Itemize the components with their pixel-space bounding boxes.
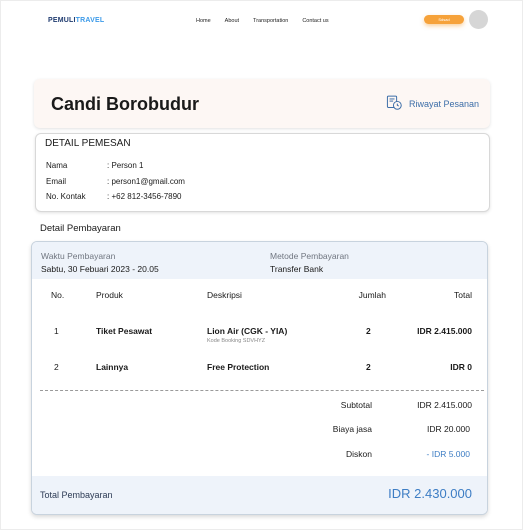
col-no: No. bbox=[51, 290, 65, 300]
payment-section-label: Detail Pembayaran bbox=[40, 223, 121, 234]
nav-transportation[interactable]: Transportation bbox=[253, 18, 288, 24]
logo-part-2: TRAVEL bbox=[75, 17, 105, 24]
row-1-quantity: 2 bbox=[366, 326, 371, 336]
row-1-description: Lion Air (CGK - YIA) bbox=[207, 326, 288, 336]
row-1-total: IDR 2.415.000 bbox=[417, 326, 472, 336]
row-2-quantity: 2 bbox=[366, 362, 371, 372]
discount-label: Diskon bbox=[346, 449, 372, 459]
nav-menu: Home About Transportation Contact us bbox=[196, 18, 329, 24]
payment-time-label: Waktu Pembayaran bbox=[41, 251, 116, 261]
col-description: Deskripsi bbox=[207, 290, 242, 300]
login-button[interactable]: Sdsad bbox=[424, 15, 464, 24]
email-value: : person1@gmail.com bbox=[107, 177, 185, 186]
history-label: Riwayat Pesanan bbox=[409, 98, 480, 109]
customer-detail-card: DETAIL PEMESAN Nama : Person 1 Email : per… bbox=[35, 133, 490, 212]
payment-info-header: Waktu Pembayaran Sabtu, 30 Febuari 2023 … bbox=[32, 242, 487, 279]
total-payment-label: Total Pembayaran bbox=[40, 490, 113, 500]
name-label: Nama bbox=[46, 161, 68, 170]
nav-home[interactable]: Home bbox=[196, 18, 211, 24]
row-2-no: 2 bbox=[54, 362, 59, 372]
subtotal-value: IDR 2.415.000 bbox=[417, 400, 472, 410]
payment-method-label: Metode Pembayaran bbox=[270, 251, 349, 261]
discount-value: - IDR 5.000 bbox=[426, 449, 470, 459]
col-product: Produk bbox=[96, 290, 123, 300]
row-1-no: 1 bbox=[54, 326, 59, 336]
subtotal-label: Subtotal bbox=[340, 400, 372, 410]
navbar: PEMULITRAVEL Home About Transportation C… bbox=[0, 0, 523, 44]
nav-about[interactable]: About bbox=[225, 18, 239, 24]
payment-method-value: Transfer Bank bbox=[270, 264, 324, 274]
history-icon bbox=[386, 94, 403, 113]
row-2-description: Free Protection bbox=[207, 362, 270, 372]
row-2-total: IDR 0 bbox=[450, 362, 472, 372]
destination-card: Candi Borobudur Riwayat Pesanan bbox=[34, 79, 490, 128]
total-payment-value: IDR 2.430.000 bbox=[388, 486, 472, 501]
col-quantity: Jumlah bbox=[358, 290, 386, 300]
contact-label: No. Kontak bbox=[46, 192, 86, 201]
customer-name-row: Nama : Person 1 bbox=[46, 161, 143, 170]
service-fee-value: IDR 20.000 bbox=[427, 424, 470, 434]
payment-detail-card: Waktu Pembayaran Sabtu, 30 Febuari 2023 … bbox=[31, 241, 488, 515]
payment-time-value: Sabtu, 30 Febuari 2023 - 20.05 bbox=[41, 264, 159, 274]
customer-email-row: Email : person1@gmail.com bbox=[46, 177, 185, 186]
logo[interactable]: PEMULITRAVEL bbox=[48, 17, 104, 24]
row-1-booking-code: Kode Booking SDVHYZ bbox=[207, 338, 266, 344]
contact-value: : +62 812-3456-7890 bbox=[107, 192, 182, 201]
order-history-button[interactable]: Riwayat Pesanan bbox=[386, 94, 479, 113]
customer-heading: DETAIL PEMESAN bbox=[45, 138, 131, 149]
page-title: Candi Borobudur bbox=[51, 94, 199, 114]
table-divider bbox=[40, 390, 484, 391]
row-1-product: Tiket Pesawat bbox=[96, 326, 153, 336]
nav-contact[interactable]: Contact us bbox=[302, 18, 328, 24]
name-value: : Person 1 bbox=[107, 161, 144, 170]
customer-contact-row: No. Kontak : +62 812-3456-7890 bbox=[46, 192, 182, 201]
avatar[interactable] bbox=[469, 10, 488, 29]
service-fee-label: Biaya jasa bbox=[332, 424, 372, 434]
col-total: Total bbox=[454, 290, 472, 300]
email-label: Email bbox=[46, 177, 67, 186]
logo-part-1: PEMULI bbox=[48, 17, 76, 24]
total-payment-bar: Total Pembayaran IDR 2.430.000 bbox=[32, 476, 487, 514]
row-2-product: Lainnya bbox=[96, 362, 129, 372]
